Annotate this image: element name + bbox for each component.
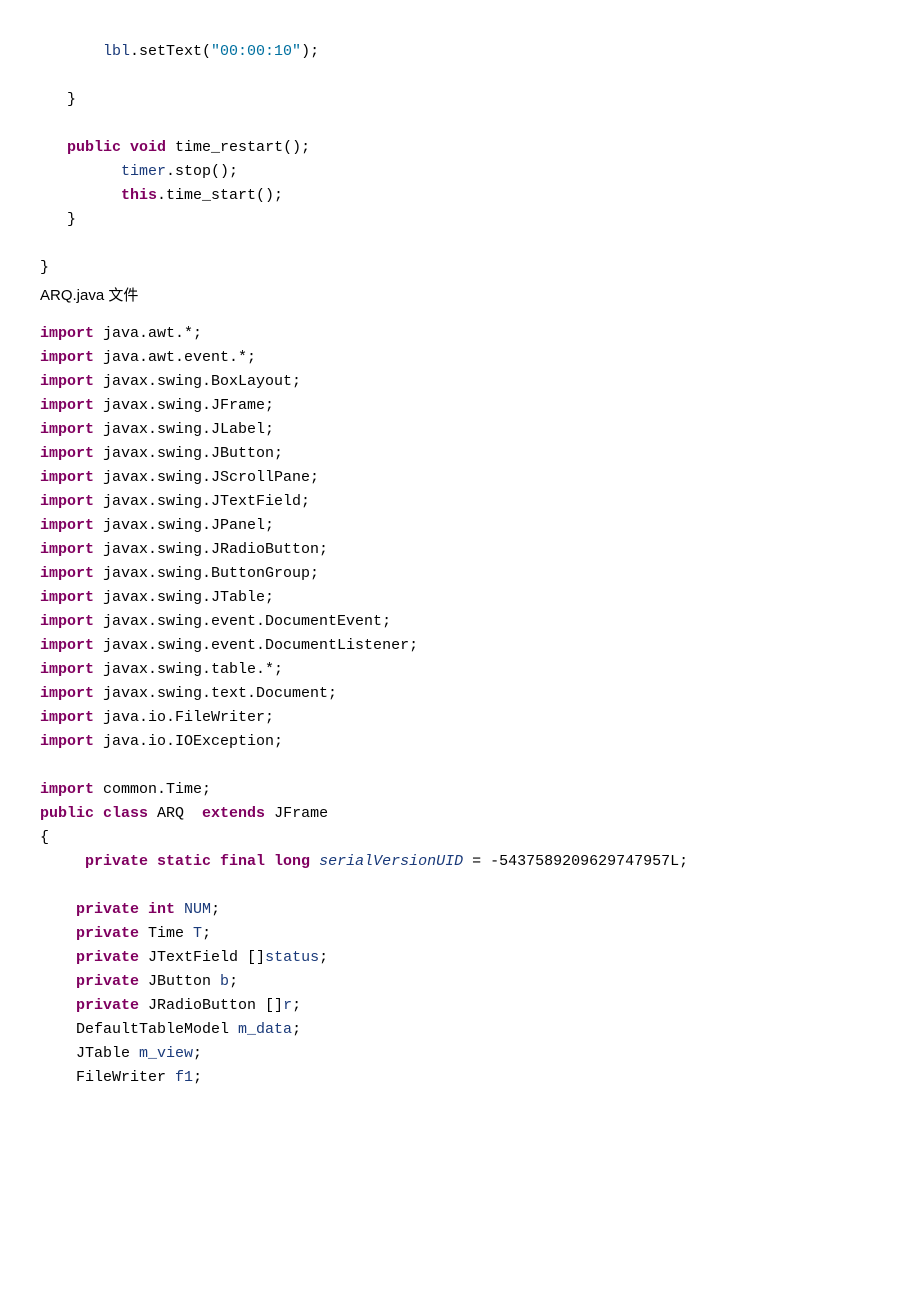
file-caption: ARQ.java 文件 xyxy=(40,284,880,308)
code-token: javax.swing.text.Document; xyxy=(94,685,337,702)
keyword: import xyxy=(40,733,94,750)
keyword: import xyxy=(40,517,94,534)
code-token: DefaultTableModel xyxy=(76,1021,238,1038)
code-token: ; xyxy=(193,1045,202,1062)
keyword: import xyxy=(40,541,94,558)
code-token: ; xyxy=(292,1021,301,1038)
keyword: public void xyxy=(67,139,166,156)
keyword: import xyxy=(40,661,94,678)
code-token: java.io.FileWriter; xyxy=(94,709,274,726)
code-token: javax.swing.JTable; xyxy=(94,589,274,606)
keyword: import xyxy=(40,421,94,438)
code-token: } xyxy=(40,211,76,228)
code-token: javax.swing.ButtonGroup; xyxy=(94,565,319,582)
keyword: import xyxy=(40,589,94,606)
keyword: import xyxy=(40,325,94,342)
code-token: JFrame xyxy=(265,805,328,822)
field-name: m_view xyxy=(139,1045,193,1062)
code-token: ; xyxy=(193,1069,202,1086)
keyword: import xyxy=(40,373,94,390)
code-token: { xyxy=(40,829,49,846)
code-token: lbl xyxy=(103,43,130,60)
keyword: import xyxy=(40,709,94,726)
keyword: private xyxy=(76,973,139,990)
code-token: javax.swing.event.DocumentEvent; xyxy=(94,613,391,630)
code-token: JRadioButton [] xyxy=(139,997,283,1014)
code-token: ); xyxy=(301,43,319,60)
code-token: javax.swing.JPanel; xyxy=(94,517,274,534)
keyword: public class xyxy=(40,805,148,822)
code-token: java.awt.event.*; xyxy=(94,349,256,366)
code-token: ; xyxy=(319,949,328,966)
keyword: import xyxy=(40,349,94,366)
field-name: serialVersionUID xyxy=(310,853,463,870)
code-token: javax.swing.JRadioButton; xyxy=(94,541,328,558)
code-block-top: lbl.setText("00:00:10"); } public void t… xyxy=(40,40,880,280)
code-token: javax.swing.table.*; xyxy=(94,661,283,678)
code-token: common.Time; xyxy=(94,781,211,798)
code-token: javax.swing.JTextField; xyxy=(94,493,310,510)
keyword: import xyxy=(40,781,94,798)
code-token: JButton xyxy=(139,973,220,990)
keyword: import xyxy=(40,493,94,510)
code-token: Time xyxy=(139,925,193,942)
keyword: import xyxy=(40,469,94,486)
code-token: java.io.IOException; xyxy=(94,733,283,750)
string-literal: "00:00:10" xyxy=(211,43,301,60)
code-token: javax.swing.JLabel; xyxy=(94,421,274,438)
code-token: javax.swing.JScrollPane; xyxy=(94,469,319,486)
keyword: extends xyxy=(202,805,265,822)
field-name: T xyxy=(193,925,202,942)
field-name: status xyxy=(265,949,319,966)
code-block-main: import java.awt.*; import java.awt.event… xyxy=(40,322,880,1090)
code-token: java.awt.*; xyxy=(94,325,202,342)
keyword: private static final long xyxy=(85,853,310,870)
code-token: javax.swing.BoxLayout; xyxy=(94,373,301,390)
field-name: r xyxy=(283,997,292,1014)
field-name: f1 xyxy=(175,1069,193,1086)
field-name: b xyxy=(220,973,229,990)
code-token: .setText( xyxy=(130,43,211,60)
keyword: import xyxy=(40,637,94,654)
keyword: import xyxy=(40,397,94,414)
keyword: private xyxy=(76,949,139,966)
keyword: import xyxy=(40,565,94,582)
keyword: import xyxy=(40,613,94,630)
code-token: timer xyxy=(121,163,166,180)
code-token: ARQ xyxy=(148,805,202,822)
code-token: .time_start(); xyxy=(157,187,283,204)
code-token: ; xyxy=(229,973,238,990)
code-token: javax.swing.JFrame; xyxy=(94,397,274,414)
keyword: private int xyxy=(76,901,175,918)
field-name: m_data xyxy=(238,1021,292,1038)
keyword: private xyxy=(76,925,139,942)
keyword: import xyxy=(40,445,94,462)
keyword: private xyxy=(76,997,139,1014)
code-token: .stop(); xyxy=(166,163,238,180)
keyword: this xyxy=(121,187,157,204)
keyword: import xyxy=(40,685,94,702)
code-token: } xyxy=(40,259,49,276)
field-name: NUM xyxy=(175,901,211,918)
code-token: FileWriter xyxy=(76,1069,175,1086)
code-token: time_restart(); xyxy=(166,139,310,156)
code-token: javax.swing.event.DocumentListener; xyxy=(94,637,418,654)
code-token: javax.swing.JButton; xyxy=(94,445,283,462)
code-token: = -5437589209629747957L; xyxy=(463,853,688,870)
code-token: } xyxy=(40,91,76,108)
code-token: ; xyxy=(292,997,301,1014)
code-token: JTable xyxy=(76,1045,139,1062)
code-token: ; xyxy=(211,901,220,918)
code-token: ; xyxy=(202,925,211,942)
code-token: JTextField [] xyxy=(139,949,265,966)
